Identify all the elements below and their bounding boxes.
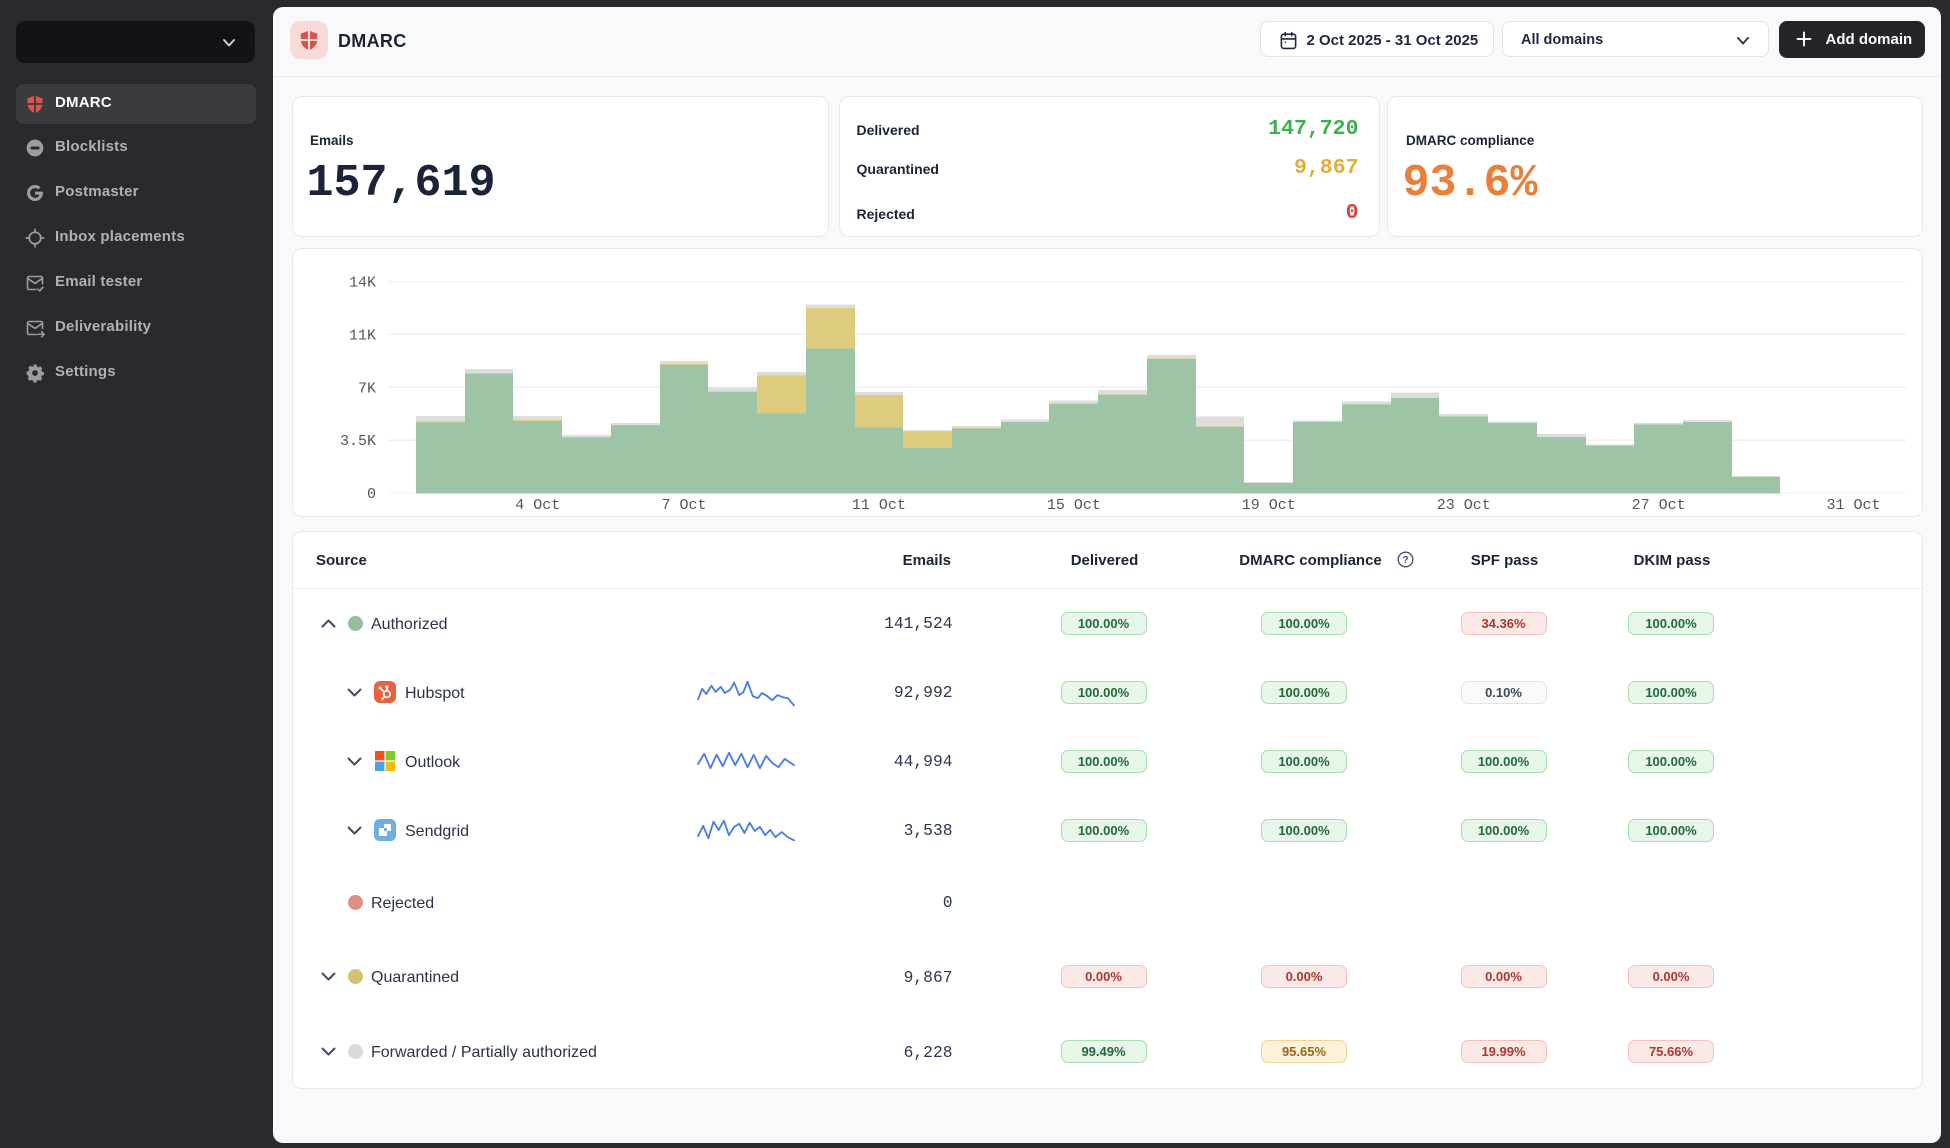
svg-text:15 Oct: 15 Oct (1046, 497, 1100, 514)
svg-text:14K: 14K (348, 275, 375, 292)
svg-text:0: 0 (366, 486, 375, 503)
svg-text:11K: 11K (348, 327, 375, 344)
svg-text:23 Oct: 23 Oct (1436, 497, 1490, 514)
svg-text:7K: 7K (357, 380, 375, 397)
svg-text:7 Oct: 7 Oct (661, 497, 706, 514)
svg-text:?: ? (1402, 555, 1408, 566)
svg-text:19 Oct: 19 Oct (1241, 497, 1295, 514)
svg-text:27 Oct: 27 Oct (1631, 497, 1685, 514)
svg-text:31 Oct: 31 Oct (1826, 497, 1880, 514)
svg-text:11 Oct: 11 Oct (851, 497, 905, 514)
svg-text:3.5K: 3.5K (339, 433, 375, 450)
svg-text:4 Oct: 4 Oct (515, 497, 560, 514)
